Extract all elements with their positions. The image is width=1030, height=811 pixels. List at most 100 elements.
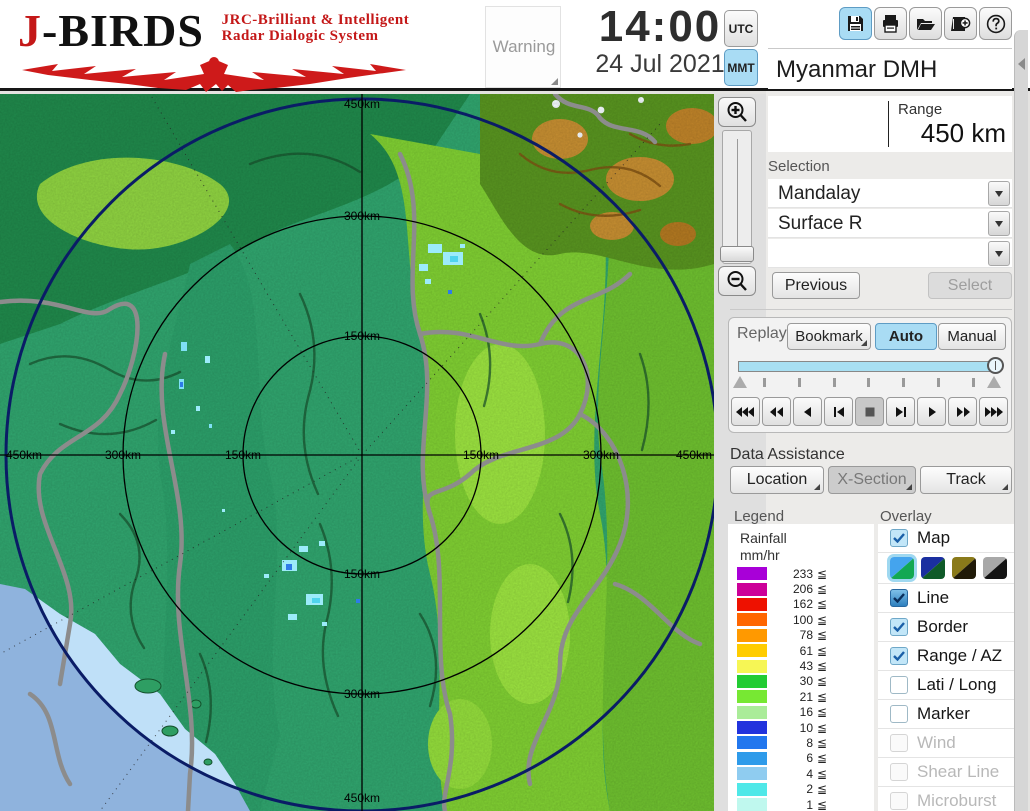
- range-value: 450 km: [878, 118, 1006, 149]
- legend-color: [737, 613, 767, 626]
- legend-color: [737, 690, 767, 703]
- overlay-item-range-az[interactable]: Range / AZ: [878, 641, 1014, 670]
- overlay-item-map[interactable]: Map: [878, 524, 1014, 552]
- open-folder-button[interactable]: [909, 7, 942, 40]
- ring-label-450-bottom: 450km: [344, 791, 380, 805]
- map-zoom-slider-track[interactable]: [722, 130, 752, 264]
- playback-controls: [731, 397, 1008, 426]
- replay-slider-handle[interactable]: [987, 357, 1004, 374]
- previous-button[interactable]: Previous: [772, 272, 860, 299]
- map-zoom-slider-handle[interactable]: [720, 246, 754, 262]
- print-button[interactable]: [874, 7, 907, 40]
- stop-icon: [865, 407, 875, 417]
- checkbox-range-az[interactable]: [890, 647, 908, 665]
- check-icon: [893, 651, 905, 661]
- x-section-label: X-Section: [837, 471, 906, 489]
- chevron-down-icon: [995, 221, 1003, 227]
- overlay-item-line[interactable]: Line: [878, 583, 1014, 612]
- radar-map[interactable]: 450km 300km 150km 150km 300km 450km 450k…: [0, 94, 714, 811]
- utc-button[interactable]: UTC: [724, 10, 758, 47]
- checkbox-line[interactable]: [890, 589, 908, 607]
- zoom-out-button[interactable]: [718, 266, 756, 296]
- step-first-button[interactable]: [824, 397, 853, 426]
- range-panel: Range 450 km: [768, 96, 1012, 152]
- overlay-item-border[interactable]: Border: [878, 612, 1014, 641]
- map-style-swatch-3[interactable]: [952, 557, 976, 579]
- map-style-swatch-2[interactable]: [921, 557, 945, 579]
- check-icon: [893, 533, 905, 543]
- x-section-button[interactable]: X-Section: [828, 466, 916, 494]
- checkbox-wind: [890, 734, 908, 752]
- ring-label-300-bottom: 300km: [344, 687, 380, 701]
- auto-label: Auto: [889, 328, 923, 345]
- replay-label: Replay: [737, 325, 787, 343]
- overlay-item-wind: Wind: [878, 728, 1014, 757]
- help-button[interactable]: [979, 7, 1012, 40]
- warning-label: Warning: [486, 37, 562, 57]
- slider-range-end-marker[interactable]: [987, 376, 1001, 388]
- checkbox-lati-long[interactable]: [890, 676, 908, 694]
- panel-collapse-tab[interactable]: [1014, 30, 1028, 811]
- auto-button[interactable]: Auto: [875, 323, 937, 350]
- track-button[interactable]: Track: [920, 466, 1012, 494]
- legend-entry: 8≦: [737, 735, 874, 750]
- play-icon: [926, 406, 938, 418]
- save-button[interactable]: [839, 7, 872, 40]
- fast-rewind-3-button[interactable]: [731, 397, 760, 426]
- stop-button[interactable]: [855, 397, 884, 426]
- select-button[interactable]: Select: [928, 272, 1012, 299]
- zoom-in-button[interactable]: [718, 97, 756, 127]
- legend-entry: 21≦: [737, 689, 874, 704]
- check-icon: [893, 622, 905, 632]
- legend-color: [737, 736, 767, 749]
- legend-color: [737, 567, 767, 580]
- slider-range-start-marker[interactable]: [733, 376, 747, 388]
- legend-entry: 162≦: [737, 597, 874, 612]
- dropdown-extra[interactable]: [768, 239, 1012, 268]
- menu-corner-icon: [906, 484, 912, 490]
- logo-subtitle-1: JRC-Brilliant & Intelligent: [222, 12, 410, 28]
- location-button[interactable]: Location: [730, 466, 824, 494]
- legend-color: [737, 721, 767, 734]
- checkbox-map[interactable]: [890, 529, 908, 547]
- dropdown-product-button[interactable]: [988, 211, 1010, 236]
- rewind-button[interactable]: [793, 397, 822, 426]
- dropdown-site[interactable]: Mandalay: [768, 179, 1012, 208]
- legend-entry: 100≦: [737, 612, 874, 627]
- legend-color: [737, 783, 767, 796]
- open-folder-icon: [916, 14, 936, 33]
- ring-label-150-left: 150km: [225, 448, 261, 462]
- manual-button[interactable]: Manual: [938, 323, 1006, 350]
- legend-entry: 30≦: [737, 674, 874, 689]
- step-last-button[interactable]: [886, 397, 915, 426]
- add-image-button[interactable]: [944, 7, 977, 40]
- fast-forward-2-button[interactable]: [948, 397, 977, 426]
- dropdown-extra-button[interactable]: [988, 241, 1010, 266]
- mmt-button[interactable]: MMT: [724, 49, 758, 86]
- overlay-item-marker[interactable]: Marker: [878, 699, 1014, 728]
- selection-label: Selection: [768, 158, 830, 175]
- bookmark-button[interactable]: Bookmark: [787, 323, 871, 350]
- menu-corner-icon: [1002, 484, 1008, 490]
- dropdown-site-button[interactable]: [988, 181, 1010, 206]
- dropdown-site-value: Mandalay: [768, 179, 1012, 208]
- dropdown-product[interactable]: Surface R: [768, 209, 1012, 238]
- overlay-item-lati-long[interactable]: Lati / Long: [878, 670, 1014, 699]
- ring-label-450-top: 450km: [344, 97, 380, 111]
- replay-slider-track[interactable]: [738, 361, 1000, 372]
- map-style-swatch-4[interactable]: [983, 557, 1007, 579]
- play-button[interactable]: [917, 397, 946, 426]
- help-icon: [986, 14, 1006, 34]
- fast-forward-2-icon: [955, 406, 971, 418]
- map-style-swatch-1[interactable]: [890, 557, 914, 579]
- resize-grip-icon[interactable]: [551, 78, 558, 85]
- legend-entry: 61≦: [737, 643, 874, 658]
- checkbox-border[interactable]: [890, 618, 908, 636]
- fast-forward-3-button[interactable]: [979, 397, 1008, 426]
- fast-rewind-2-button[interactable]: [762, 397, 791, 426]
- checkbox-marker[interactable]: [890, 705, 908, 723]
- menu-corner-icon: [814, 484, 820, 490]
- warning-panel[interactable]: Warning: [485, 6, 561, 88]
- fast-rewind-3-icon: [735, 406, 756, 418]
- data-assistance-label: Data Assistance: [730, 446, 845, 464]
